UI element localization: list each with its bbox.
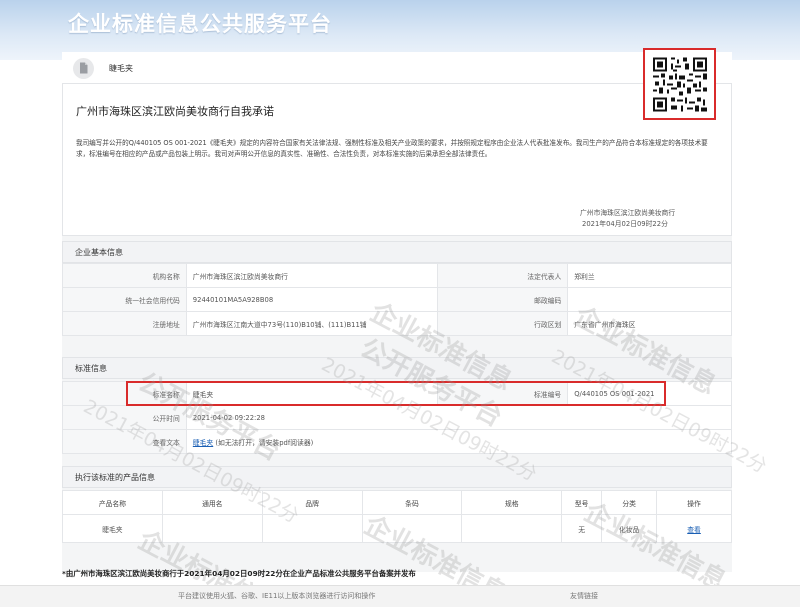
col-model: 型号 — [561, 490, 603, 515]
col-action: 操作 — [656, 490, 732, 515]
signature-company: 广州市海珠区滨江欧尚美妆商行 — [580, 209, 676, 217]
col-barcode: 条码 — [361, 490, 463, 515]
products-table: 产品名称 通用名 品牌 条码 规格 型号 分类 操作 睫毛夹 无 化妆品 查看 — [62, 490, 732, 543]
region-value: 广东省广州市海珠区 — [567, 311, 732, 336]
standard-row-highlight — [126, 381, 666, 406]
standard-text-link[interactable]: 睫毛夹 — [193, 439, 213, 447]
region-label: 行政区划 — [437, 311, 569, 336]
col-product-name: 产品名称 — [62, 490, 163, 515]
legal-rep-value: 郑利兰 — [567, 263, 732, 288]
brand-cell — [261, 514, 363, 543]
view-text-label: 查看文本 — [62, 429, 187, 454]
company-info-table: 机构名称 广州市海珠区滨江欧尚美妆商行 法定代表人 郑利兰 统一社会信用代码 9… — [62, 263, 732, 336]
signature-time: 2021年04月02日09时22分 — [582, 220, 668, 228]
category-cell: 化妆品 — [601, 514, 658, 543]
table-row: 统一社会信用代码 92440101MA5A928B08 邮政编码 — [62, 287, 732, 312]
table-row: 公开时间 2021-04-02 09:22:28 — [62, 405, 733, 430]
product-name-cell: 睫毛夹 — [62, 514, 163, 543]
table-header-row: 产品名称 通用名 品牌 条码 规格 型号 分类 操作 — [62, 490, 732, 515]
table-row: 睫毛夹 无 化妆品 查看 — [62, 514, 732, 543]
view-product-link[interactable]: 查看 — [687, 526, 701, 534]
qr-code-highlight — [643, 48, 716, 120]
table-row: 注册地址 广州市海珠区江南大道中73号(110)B10铺、(111)B11铺 行… — [62, 311, 732, 336]
barcode-cell — [361, 514, 463, 543]
legal-rep-label: 法定代表人 — [437, 263, 569, 288]
table-row: 机构名称 广州市海珠区滨江欧尚美妆商行 法定代表人 郑利兰 — [62, 263, 732, 288]
tab-bar — [62, 52, 732, 84]
publish-footnote: *由广州市海珠区滨江欧尚美妆商行于2021年04月02日09时22分在企业产品标… — [62, 569, 416, 578]
col-category: 分类 — [601, 490, 658, 515]
postcode-label: 邮政编码 — [437, 287, 569, 312]
credit-code-value: 92440101MA5A928B08 — [185, 287, 439, 312]
document-icon — [73, 58, 94, 79]
commitment-title: 广州市海珠区滨江欧尚美妆商行自我承诺 — [76, 105, 274, 118]
view-text-cell: 睫毛夹 (如无法打开，请安装pdf阅读器) — [185, 429, 733, 454]
model-cell: 无 — [561, 514, 603, 543]
products-section-header: 执行该标准的产品信息 — [62, 466, 732, 488]
qr-code-icon — [653, 57, 707, 112]
postcode-value — [567, 287, 732, 312]
company-section-header: 企业基本信息 — [62, 241, 732, 263]
action-cell: 查看 — [656, 514, 732, 543]
friendly-links[interactable]: 友情链接 — [570, 591, 598, 601]
publish-time-label: 公开时间 — [62, 405, 187, 430]
org-name-label: 机构名称 — [62, 263, 187, 288]
commitment-text: 我司编写并公开的Q/440105 OS 001-2021《睫毛夹》规定的内容符合… — [76, 139, 708, 158]
pdf-hint: (如无法打开，请安装pdf阅读器) — [215, 438, 314, 447]
col-spec: 规格 — [461, 490, 563, 515]
page-footer — [0, 585, 800, 607]
credit-code-label: 统一社会信用代码 — [62, 287, 187, 312]
browser-notice: 平台建议使用火狐、谷歌、IE11以上版本浏览器进行访问和操作 — [178, 592, 376, 600]
col-common-name: 通用名 — [161, 490, 263, 515]
common-name-cell — [161, 514, 263, 543]
publish-time-value: 2021-04-02 09:22:28 — [185, 405, 733, 430]
org-name-value: 广州市海珠区滨江欧尚美妆商行 — [185, 263, 439, 288]
tab-product-name[interactable]: 睫毛夹 — [109, 63, 133, 74]
address-label: 注册地址 — [62, 311, 187, 336]
spec-cell — [461, 514, 563, 543]
standard-section-header: 标准信息 — [62, 357, 732, 379]
platform-title: 企业标准信息公共服务平台 — [68, 12, 332, 36]
commitment-signature: 广州市海珠区滨江欧尚美妆商行 2021年04月02日09时22分 — [580, 208, 675, 230]
col-brand: 品牌 — [261, 490, 363, 515]
table-row: 查看文本 睫毛夹 (如无法打开，请安装pdf阅读器) — [62, 429, 733, 454]
address-value: 广州市海珠区江南大道中73号(110)B10铺、(111)B11铺 — [185, 311, 439, 336]
